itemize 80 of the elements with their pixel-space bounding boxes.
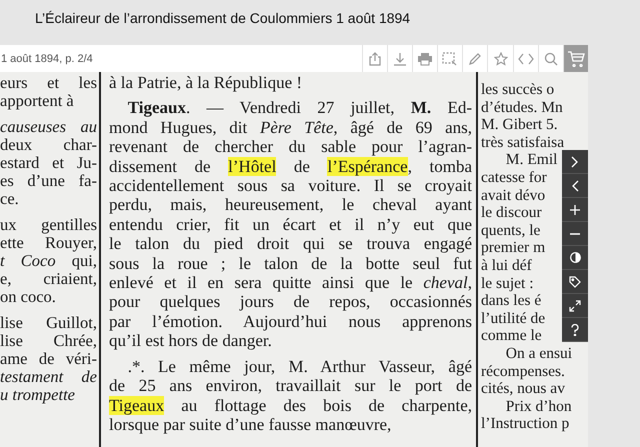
text-line: ette Rouyer, bbox=[0, 234, 97, 252]
text-line: entendu crier, fit un écart et il n’y eut que bbox=[109, 214, 472, 234]
page-label: 1 août 1894, p. 2/4 bbox=[1, 52, 94, 64]
text-line: testament de bbox=[0, 368, 97, 386]
text-line: M. Emil bbox=[504, 151, 558, 169]
text-line: l’utilité de bbox=[481, 310, 546, 328]
text-line: causeuses au bbox=[0, 118, 97, 136]
text-line: comme le bbox=[481, 327, 542, 345]
text-line: de 25 ans environ, travaillait sur le port de bbox=[109, 376, 472, 396]
document-title: L’Éclaireur de l’arrondissement de Coulommiers 1 août 1894 bbox=[35, 10, 410, 26]
text-line: Prix d’hon bbox=[504, 398, 572, 416]
cart-icon bbox=[567, 50, 585, 66]
text-line: On a ensui bbox=[504, 344, 572, 362]
text-line: pour quelques jours de repos, occasionnés bbox=[109, 292, 472, 312]
text-line: ame de véri- bbox=[0, 350, 97, 368]
corner-arrows-icon bbox=[569, 300, 581, 312]
text-line: eurs et les bbox=[0, 74, 97, 92]
pencil-icon bbox=[468, 52, 482, 66]
star-icon bbox=[494, 52, 508, 66]
text-line: revenant de chercher du sable pour l’agran- bbox=[109, 137, 472, 157]
text-line: lorsque par suite d’une fausse manœuvre, bbox=[109, 414, 392, 434]
minus-icon bbox=[570, 232, 580, 234]
text-line: quents, le bbox=[481, 222, 540, 240]
text-fragment: , tomba bbox=[408, 156, 472, 176]
text-line: les succès o bbox=[481, 81, 554, 99]
chevron-left-icon bbox=[571, 180, 579, 192]
text-line: on coco. bbox=[0, 288, 57, 306]
text-line: dans les é bbox=[481, 292, 542, 310]
text-line: enlevé et il en sera quitte ainsi que le cheval, bbox=[109, 273, 472, 292]
text-line: par l’émotion. Aujourd’hui nous apprenons bbox=[109, 312, 472, 332]
chevron-right-icon bbox=[571, 156, 579, 168]
text-line: deux char- bbox=[0, 136, 97, 154]
text-fragment: dissement de bbox=[109, 156, 212, 176]
text-line: avait dévo bbox=[481, 186, 546, 204]
question-mark-icon bbox=[571, 324, 579, 336]
text-line: M. Gibert 5. bbox=[481, 116, 558, 134]
text-line: .*. Le même jour, M. Arthur Vasseur, âgé bbox=[126, 356, 472, 376]
text-line: e, criaient, bbox=[0, 270, 97, 288]
text-line: apportent à bbox=[0, 92, 75, 110]
text-line: récompenses. bbox=[481, 362, 565, 380]
download-icon bbox=[392, 52, 407, 66]
share-icon bbox=[368, 52, 382, 66]
text-line: estard et Ju- bbox=[0, 154, 97, 172]
text-line: ce. bbox=[0, 190, 20, 208]
text-line: très satisfaisa bbox=[481, 134, 564, 152]
text-fragment: de bbox=[292, 156, 311, 176]
text-line: es d’une fa- bbox=[0, 172, 97, 190]
text-fragment: au flottage des bois de charpente, bbox=[180, 396, 472, 414]
text-line: l’Instruction p bbox=[481, 415, 570, 433]
text-line: le discour bbox=[481, 204, 542, 222]
text-line: perdu, mais, heureusement, le cheval ayant bbox=[109, 195, 472, 215]
text-line: à la Patrie, à la République ! bbox=[109, 73, 304, 92]
text-line: mond Hugues, dit Père Tête, âgé de 69 ans, bbox=[109, 118, 472, 138]
cart-button[interactable] bbox=[563, 45, 588, 72]
text-line: accidentellement sous sa voiture. Il se croyait bbox=[109, 176, 472, 196]
highlighted-text: l’Hôtel bbox=[228, 156, 276, 176]
text-line: Tigeaux. — Vendredi 27 juillet, M. Ed- bbox=[126, 98, 472, 118]
highlighted-text: l’Espérance bbox=[327, 156, 408, 176]
highlighted-text: Tigeaux bbox=[109, 396, 164, 414]
tag-icon bbox=[569, 276, 581, 288]
contrast-icon bbox=[570, 252, 580, 263]
text-line: d’études. Mn bbox=[481, 98, 563, 116]
text-line: lise Guillot, bbox=[0, 314, 97, 332]
text-line: u trompette bbox=[0, 386, 76, 404]
text-line: ux gentilles bbox=[0, 216, 97, 234]
text-line: lise Chrée, bbox=[0, 332, 97, 350]
text-line: t Coco qui, bbox=[0, 252, 97, 270]
plus-icon bbox=[570, 204, 580, 214]
search-icon bbox=[544, 52, 558, 66]
code-icon bbox=[518, 52, 534, 64]
selection-icon bbox=[442, 52, 458, 66]
text-line: cités, nous av bbox=[481, 380, 565, 398]
text-line: qu’il est hors de danger. bbox=[109, 331, 273, 351]
text-line: catesse for bbox=[481, 168, 547, 187]
text-line: à lui déf bbox=[481, 256, 532, 275]
text-line: premier m bbox=[481, 239, 546, 257]
text-line: sous la roue ; le talon de la botte seul fut bbox=[109, 254, 472, 274]
printer-icon bbox=[416, 52, 433, 66]
text-line: le talon du pied droit qui se trouva engagé bbox=[109, 234, 472, 254]
text-line: le sujet : bbox=[481, 274, 534, 292]
